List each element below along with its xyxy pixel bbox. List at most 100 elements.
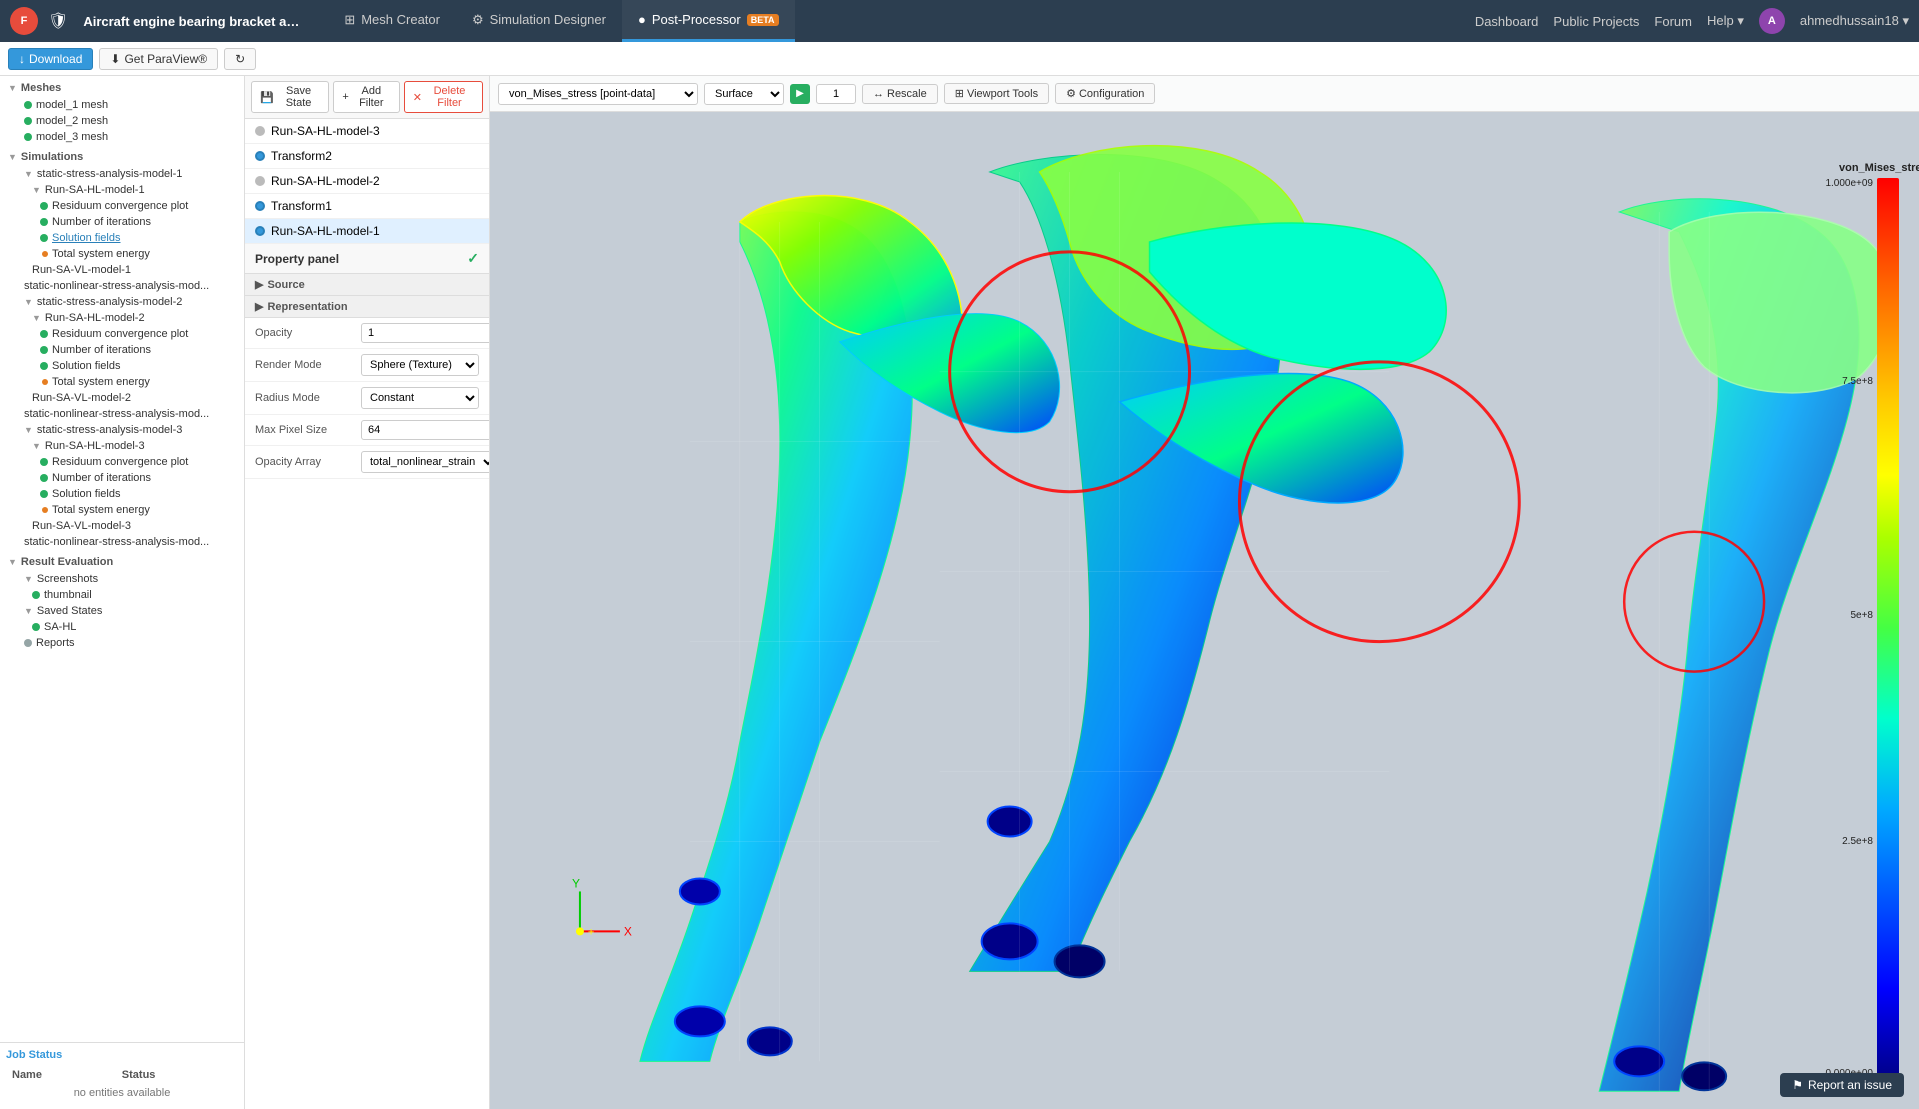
frame-input[interactable] [816, 84, 856, 104]
opacity-input[interactable] [361, 323, 489, 343]
paraview-button[interactable]: ⬇ Get ParaView® [99, 48, 218, 70]
sidebar-item-model1-mesh[interactable]: model_1 mesh [0, 97, 244, 113]
sidebar-item-solution3[interactable]: Solution fields [0, 486, 244, 502]
delete-filter-button[interactable]: ✕ Delete Filter [404, 81, 483, 113]
checkmark-icon[interactable]: ✓ [467, 250, 479, 267]
top-toolbar: ↓ Download ⬇ Get ParaView® ↻ [0, 42, 1919, 76]
nav-forum[interactable]: Forum [1654, 14, 1692, 29]
viewport-3d[interactable]: X Y + von_Mises_stress (Pa) 1.000e+09 7.… [490, 112, 1919, 1109]
radius-mode-select[interactable]: Constant [361, 387, 479, 409]
job-name-header: Name [8, 1067, 116, 1083]
sidebar-item-saved-states[interactable]: ▼ Saved States [0, 603, 244, 619]
plus-icon: + [342, 91, 348, 103]
sidebar-item-run-sa-hl-model2[interactable]: ▼ Run-SA-HL-model-2 [0, 310, 244, 326]
pipeline-panel: 💾 Save State + Add Filter ✕ Delete Filte… [245, 76, 490, 1109]
arrow-icon: ▶ [255, 278, 263, 291]
refresh-button[interactable]: ↻ [224, 48, 256, 70]
configuration-button[interactable]: ⚙ Configuration [1055, 83, 1155, 104]
report-issue-button[interactable]: ⚑ Report an issue [1780, 1073, 1904, 1097]
tab-post-processor[interactable]: ● Post-Processor BETA [622, 0, 795, 42]
pipeline-item-0[interactable]: Run-SA-HL-model-3 [245, 119, 489, 144]
add-filter-button[interactable]: + Add Filter [333, 81, 399, 113]
sidebar-item-solution2[interactable]: Solution fields [0, 358, 244, 374]
status-dot-green [40, 474, 48, 482]
property-render-mode: Render Mode Sphere (Texture) [245, 349, 489, 382]
sidebar-item-solution1[interactable]: Solution fields [0, 230, 244, 246]
pipeline-item-4[interactable]: Run-SA-HL-model-1 [245, 219, 489, 244]
sidebar-item-ssa-model3[interactable]: ▼ static-stress-analysis-model-3 [0, 422, 244, 438]
property-radius-mode: Radius Mode Constant [245, 382, 489, 415]
sidebar-item-sa-hl[interactable]: SA-HL [0, 619, 244, 635]
property-panel-header: Property panel ✓ [245, 244, 489, 274]
status-dot-gray [24, 639, 32, 647]
pipeline-eye-dot [255, 151, 265, 161]
opacity-label: Opacity [255, 327, 355, 339]
save-icon: 💾 [260, 91, 274, 104]
source-section: ▶ Source [245, 274, 489, 296]
result-eval-section[interactable]: ▼ Result Evaluation [0, 550, 244, 571]
tab-simulation-designer[interactable]: ⚙ Simulation Designer [456, 0, 622, 42]
field-select[interactable]: von_Mises_stress [point-data] [498, 83, 698, 105]
pipeline-item-2[interactable]: Run-SA-HL-model-2 [245, 169, 489, 194]
simulations-section[interactable]: ▼ Simulations [0, 145, 244, 166]
sidebar-item-run-sa-vl-model2[interactable]: Run-SA-VL-model-2 [0, 390, 244, 406]
sidebar-item-model3-mesh[interactable]: model_3 mesh [0, 129, 244, 145]
sidebar-item-ssa-model2[interactable]: ▼ static-stress-analysis-model-2 [0, 294, 244, 310]
property-panel-title: Property panel [255, 252, 339, 266]
max-pixel-input[interactable] [361, 420, 489, 440]
tab-mesh-creator[interactable]: ⊞ Mesh Creator [328, 0, 456, 42]
sidebar-item-model2-mesh[interactable]: model_2 mesh [0, 113, 244, 129]
status-dot-orange [42, 251, 48, 257]
pipeline-item-1[interactable]: Transform2 [245, 144, 489, 169]
status-dot-green [24, 133, 32, 141]
save-state-button[interactable]: 💾 Save State [251, 81, 329, 113]
sidebar-item-run-sa-vl-model3[interactable]: Run-SA-VL-model-3 [0, 518, 244, 534]
opacity-array-select[interactable]: total_nonlinear_strain [361, 451, 489, 473]
nav-public-projects[interactable]: Public Projects [1553, 14, 1639, 29]
rescale-button[interactable]: ↔ Rescale [862, 84, 938, 104]
chevron-icon: ▼ [24, 425, 33, 435]
job-status-title: Job Status [6, 1049, 238, 1061]
sidebar-item-ssa-model1[interactable]: ▼ static-stress-analysis-model-1 [0, 166, 244, 182]
meshes-section[interactable]: ▼ Meshes [0, 76, 244, 97]
sidebar-item-run-sa-vl-model1[interactable]: Run-SA-VL-model-1 [0, 262, 244, 278]
svg-text:+: + [588, 926, 594, 938]
sidebar-item-thumbnail[interactable]: thumbnail [0, 587, 244, 603]
sidebar-item-reports[interactable]: Reports [0, 635, 244, 651]
sidebar-item-iterations2[interactable]: Number of iterations [0, 342, 244, 358]
nav-dashboard[interactable]: Dashboard [1475, 14, 1539, 29]
sidebar-item-nonlinear1[interactable]: static-nonlinear-stress-analysis-mod... [0, 278, 244, 294]
nav-help[interactable]: Help ▾ [1707, 13, 1744, 29]
sidebar-item-residuum3[interactable]: Residuum convergence plot [0, 454, 244, 470]
svg-text:X: X [624, 924, 632, 938]
color-bar [1877, 178, 1899, 1079]
download-button[interactable]: ↓ Download [8, 48, 93, 70]
sidebar-item-run-sa-hl-model3[interactable]: ▼ Run-SA-HL-model-3 [0, 438, 244, 454]
sidebar-item-energy1[interactable]: Total system energy [0, 246, 244, 262]
viewport-tools-button[interactable]: ⊞ Viewport Tools [944, 83, 1049, 104]
sidebar-item-run-sa-hl-model1[interactable]: ▼ Run-SA-HL-model-1 [0, 182, 244, 198]
max-pixel-label: Max Pixel Size [255, 424, 355, 436]
play-button[interactable]: ▶ [790, 84, 810, 104]
sidebar-item-residuum2[interactable]: Residuum convergence plot [0, 326, 244, 342]
sidebar-item-energy2[interactable]: Total system energy [0, 374, 244, 390]
nav-shield-icon: 🛡 [48, 11, 68, 31]
sidebar-item-screenshots[interactable]: ▼ Screenshots [0, 571, 244, 587]
sidebar-item-iterations1[interactable]: Number of iterations [0, 214, 244, 230]
pipeline-item-3[interactable]: Transform1 [245, 194, 489, 219]
surface-select[interactable]: Surface [704, 83, 784, 105]
grid-icon: ⊞ [344, 12, 355, 28]
viewport: von_Mises_stress [point-data] Surface ▶ … [490, 76, 1919, 1109]
render-mode-select[interactable]: Sphere (Texture) [361, 354, 479, 376]
status-dot-green [24, 117, 32, 125]
sidebar-item-residuum1[interactable]: Residuum convergence plot [0, 198, 244, 214]
status-dot-green [40, 362, 48, 370]
user-menu[interactable]: ahmedhussain18 ▾ [1800, 13, 1909, 29]
sidebar-item-nonlinear3[interactable]: static-nonlinear-stress-analysis-mod... [0, 534, 244, 550]
sidebar-item-energy3[interactable]: Total system energy [0, 502, 244, 518]
sidebar-item-nonlinear2[interactable]: static-nonlinear-stress-analysis-mod... [0, 406, 244, 422]
sidebar-item-iterations3[interactable]: Number of iterations [0, 470, 244, 486]
legend-v25: 2.5e+8 [1842, 836, 1873, 847]
viewport-tools-icon: ⊞ [955, 87, 964, 100]
chevron-icon: ▼ [24, 574, 33, 584]
